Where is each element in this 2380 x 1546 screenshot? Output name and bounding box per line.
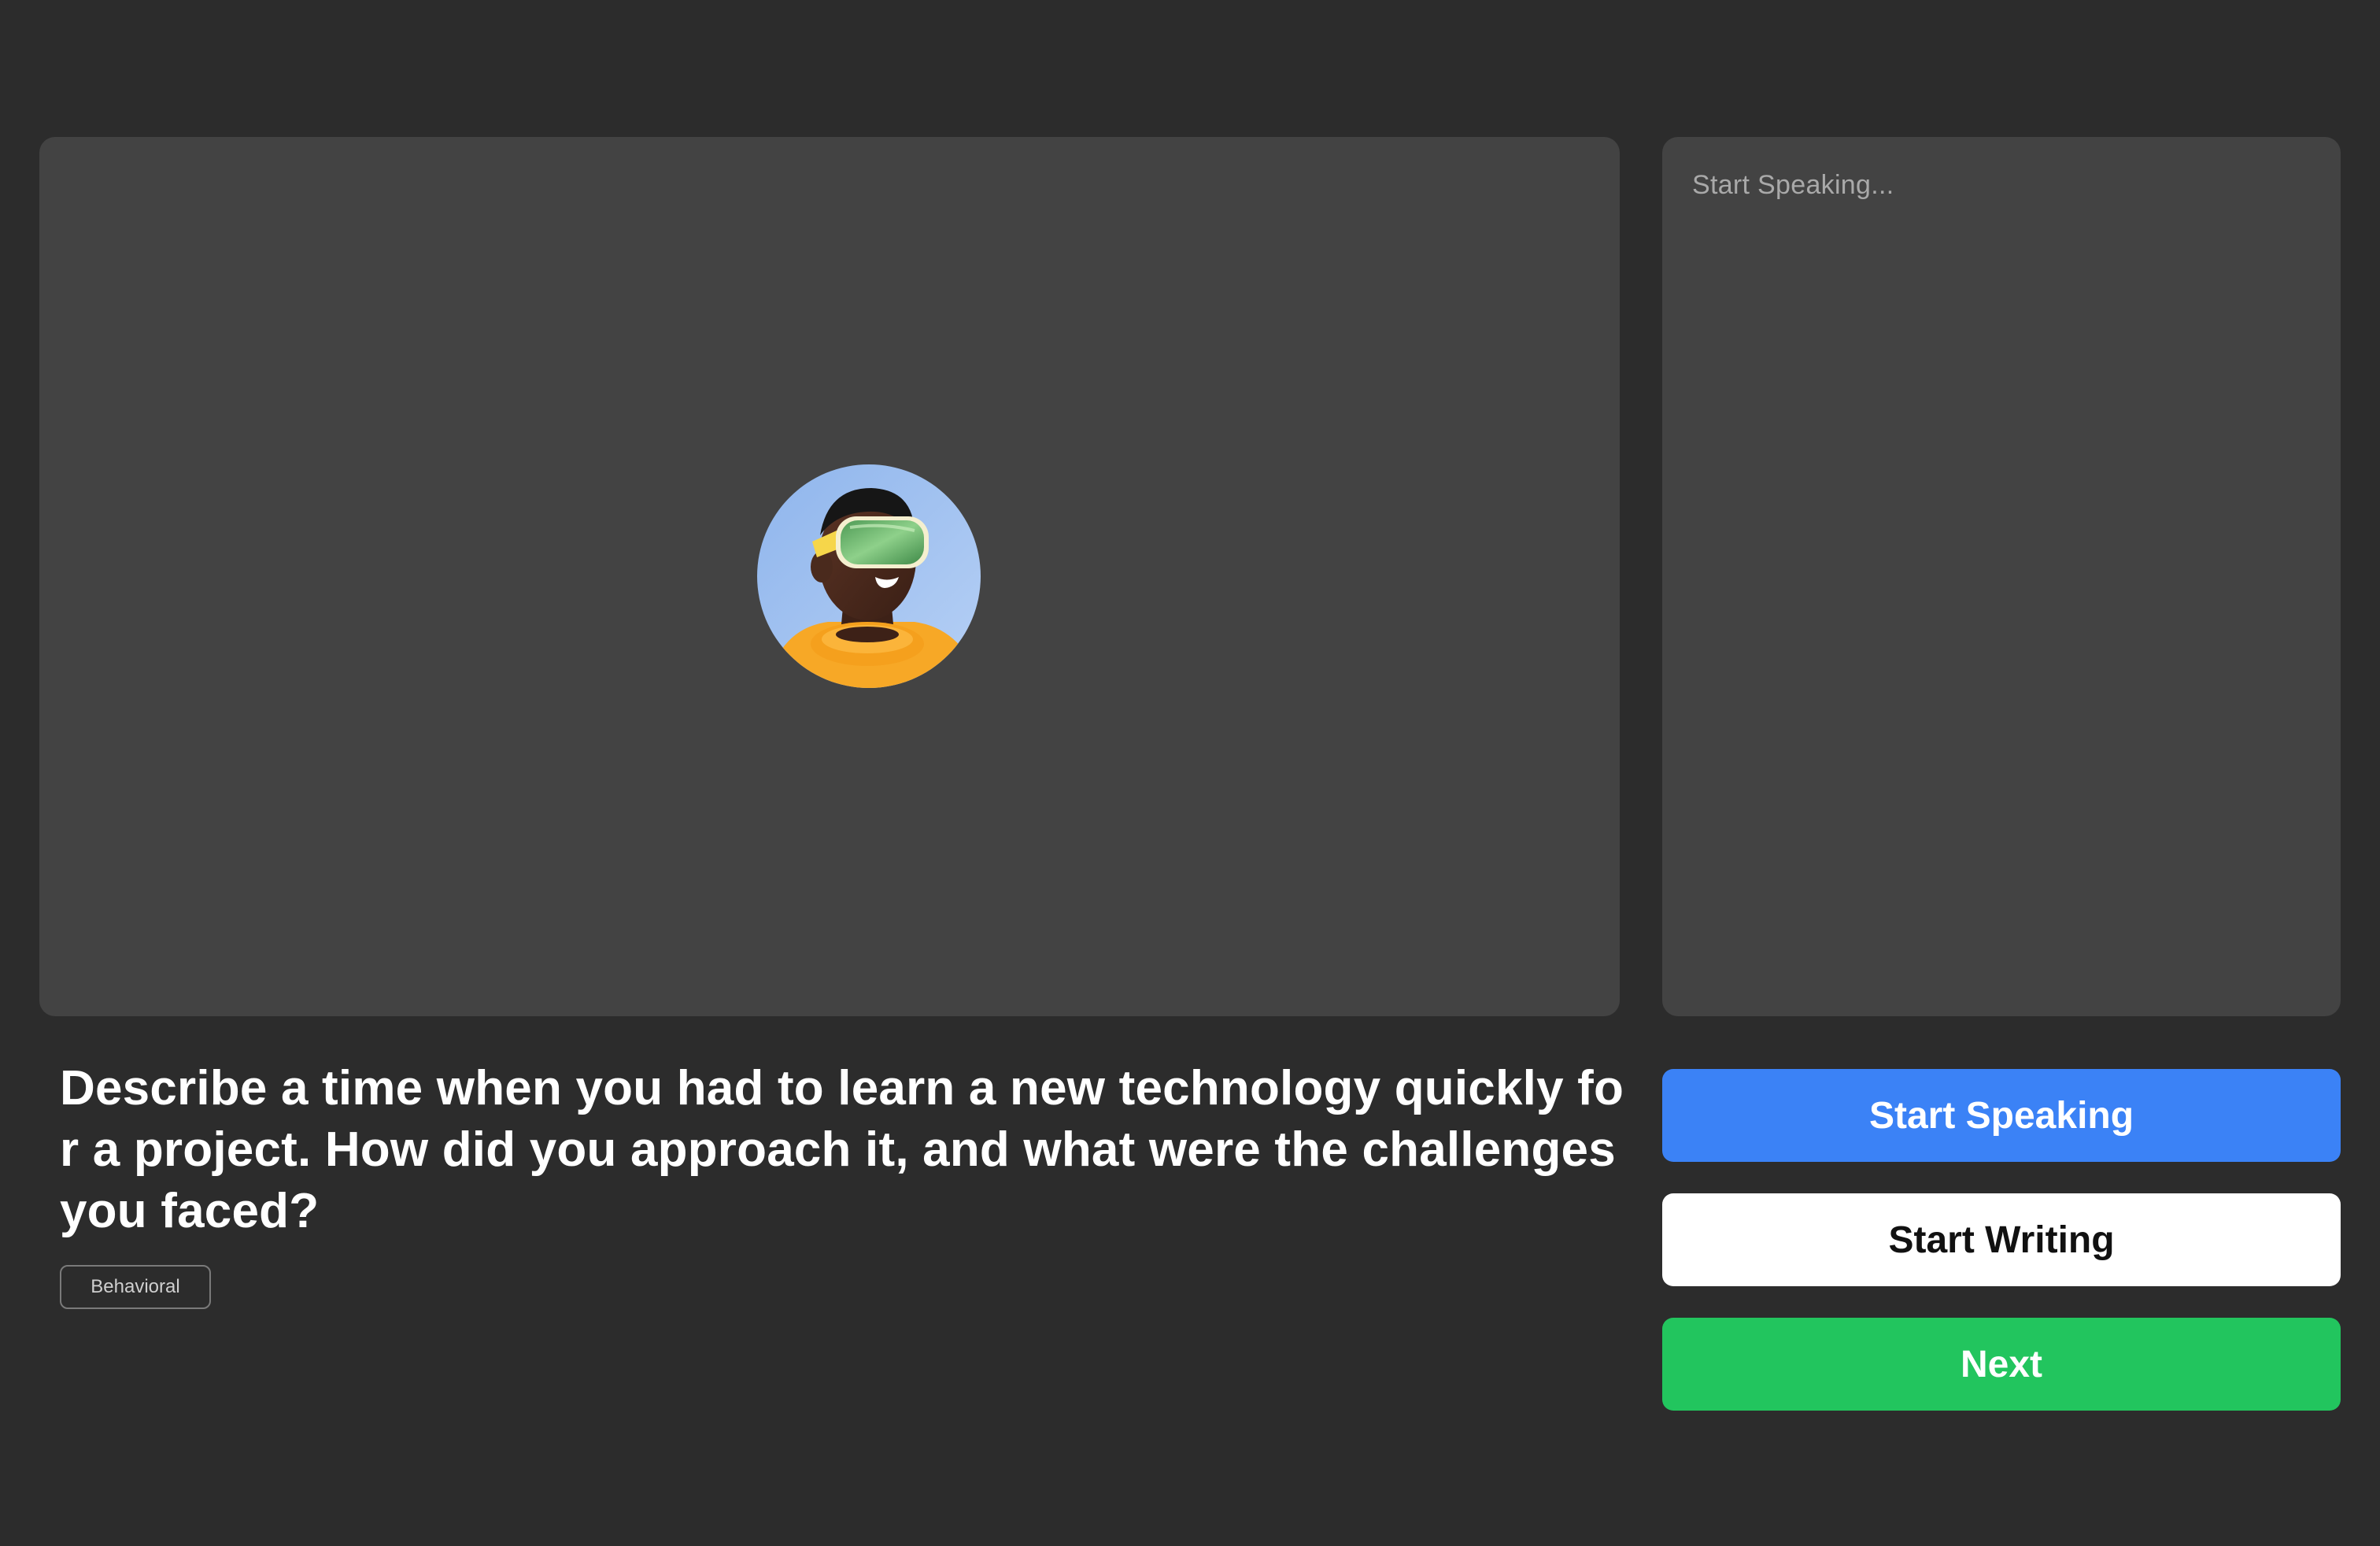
vr-headset-person-avatar-icon — [757, 464, 981, 688]
question-category-tag: Behavioral — [60, 1265, 211, 1309]
video-panel — [39, 137, 1620, 1016]
next-button[interactable]: Next — [1662, 1318, 2341, 1411]
start-speaking-button[interactable]: Start Speaking — [1662, 1069, 2341, 1162]
question-text: Describe a time when you had to learn a … — [60, 1061, 1624, 1238]
interviewer-avatar — [757, 464, 981, 688]
transcript-panel[interactable]: Start Speaking... — [1662, 137, 2341, 1016]
transcript-placeholder: Start Speaking... — [1692, 170, 1894, 200]
start-writing-button[interactable]: Start Writing — [1662, 1193, 2341, 1286]
